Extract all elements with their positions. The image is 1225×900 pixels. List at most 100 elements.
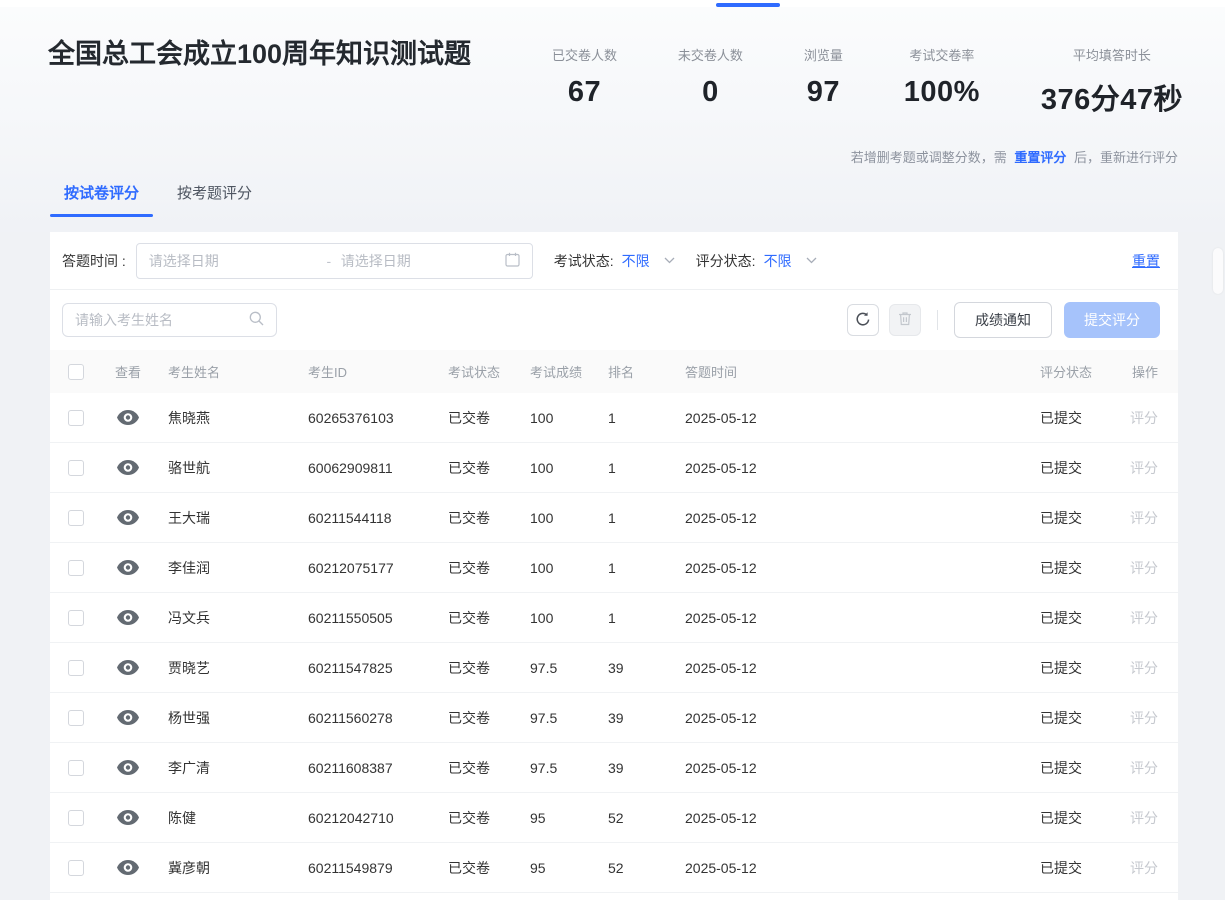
- grade-status: 已提交: [1010, 558, 1115, 578]
- row-checkbox[interactable]: [68, 710, 84, 726]
- row-checkbox[interactable]: [68, 660, 84, 676]
- exam-score: 100: [516, 560, 594, 576]
- exam-score: 95: [516, 810, 594, 826]
- grade-status: 已提交: [1010, 408, 1115, 428]
- exam-status: 已交卷: [434, 708, 516, 728]
- trash-icon: [898, 311, 912, 329]
- exam-status: 已交卷: [434, 508, 516, 528]
- stat-label: 平均填答时长: [1073, 45, 1151, 64]
- view-eye-icon[interactable]: [102, 510, 154, 525]
- score-action-link[interactable]: 评分: [1130, 760, 1158, 776]
- view-eye-icon[interactable]: [102, 460, 154, 475]
- table-row: 杨世强 60211560278 已交卷 97.5 39 2025-05-12 已…: [50, 693, 1178, 743]
- grade-status: 已提交: [1010, 458, 1115, 478]
- exam-score: 97.5: [516, 710, 594, 726]
- toolbar-actions: 成绩通知 提交评分: [847, 302, 1160, 338]
- rank: 1: [594, 410, 671, 426]
- score-action-link[interactable]: 评分: [1130, 860, 1158, 876]
- student-id: 60211560278: [294, 710, 434, 726]
- score-notify-button[interactable]: 成绩通知: [954, 302, 1052, 338]
- view-eye-icon[interactable]: [102, 810, 154, 825]
- chevron-down-icon[interactable]: [806, 257, 817, 264]
- score-action-link[interactable]: 评分: [1130, 610, 1158, 626]
- row-checkbox[interactable]: [68, 560, 84, 576]
- grade-status: 已提交: [1010, 608, 1115, 628]
- stat-submitted: 已交卷人数 67: [552, 45, 617, 118]
- view-eye-icon[interactable]: [102, 860, 154, 875]
- date-start-placeholder[interactable]: 请选择日期: [149, 251, 317, 271]
- scrollbar-thumb[interactable]: [1213, 248, 1223, 294]
- exam-status-label: 考试状态:: [554, 251, 614, 271]
- grade-status-filter[interactable]: 评分状态: 不限: [696, 251, 817, 271]
- row-checkbox[interactable]: [68, 460, 84, 476]
- stat-submission-rate: 考试交卷率 100%: [904, 45, 980, 118]
- exam-score: 97.5: [516, 660, 594, 676]
- reset-filters-link[interactable]: 重置: [1132, 251, 1160, 271]
- rescore-note: 若增删考题或调整分数，需 重置评分 后，重新进行评分: [851, 147, 1178, 166]
- search-box[interactable]: [62, 303, 277, 337]
- score-action-link[interactable]: 评分: [1130, 460, 1158, 476]
- stat-avg-duration: 平均填答时长 376分47秒: [1041, 45, 1183, 118]
- grade-status-value[interactable]: 不限: [764, 251, 792, 271]
- view-eye-icon[interactable]: [102, 610, 154, 625]
- student-id: 60211550505: [294, 610, 434, 626]
- stat-label: 未交卷人数: [678, 45, 743, 64]
- row-checkbox[interactable]: [68, 410, 84, 426]
- exam-status: 已交卷: [434, 408, 516, 428]
- view-eye-icon[interactable]: [102, 560, 154, 575]
- select-all-checkbox[interactable]: [68, 364, 84, 380]
- score-action-link[interactable]: 评分: [1130, 410, 1158, 426]
- answer-time: 2025-05-12: [671, 410, 1010, 426]
- exam-status: 已交卷: [434, 858, 516, 878]
- student-id: 60265376103: [294, 410, 434, 426]
- student-id: 60212075177: [294, 560, 434, 576]
- submit-score-button[interactable]: 提交评分: [1064, 302, 1160, 338]
- filter-row: 答题时间 : 请选择日期 - 请选择日期 考试状态: 不限 评分状态: 不限 重…: [50, 232, 1178, 290]
- score-mode-tabs: 按试卷评分 按考题评分: [50, 177, 266, 217]
- table-row: 焦晓燕 60265376103 已交卷 100 1 2025-05-12 已提交…: [50, 393, 1178, 443]
- date-range-picker[interactable]: 请选择日期 - 请选择日期: [136, 243, 533, 279]
- row-checkbox[interactable]: [68, 610, 84, 626]
- exam-status-value[interactable]: 不限: [622, 251, 650, 271]
- date-end-placeholder[interactable]: 请选择日期: [341, 251, 505, 271]
- tab-score-by-paper[interactable]: 按试卷评分: [50, 177, 153, 217]
- tab-score-by-question[interactable]: 按考题评分: [163, 177, 266, 217]
- grade-status: 已提交: [1010, 808, 1115, 828]
- score-action-link[interactable]: 评分: [1130, 660, 1158, 676]
- stat-value: 100%: [904, 76, 980, 109]
- student-id: 60212042710: [294, 810, 434, 826]
- grade-status: 已提交: [1010, 508, 1115, 528]
- stat-value: 67: [568, 76, 601, 109]
- answer-time: 2025-05-12: [671, 860, 1010, 876]
- row-checkbox[interactable]: [68, 860, 84, 876]
- score-action-link[interactable]: 评分: [1130, 510, 1158, 526]
- search-input[interactable]: [75, 312, 249, 328]
- row-checkbox[interactable]: [68, 760, 84, 776]
- student-name: 贾晓艺: [154, 658, 294, 678]
- table-row: 陈健 60212042710 已交卷 95 52 2025-05-12 已提交 …: [50, 793, 1178, 843]
- view-eye-icon[interactable]: [102, 660, 154, 675]
- chevron-down-icon[interactable]: [664, 257, 675, 264]
- exam-status: 已交卷: [434, 758, 516, 778]
- row-checkbox[interactable]: [68, 810, 84, 826]
- exam-status-filter[interactable]: 考试状态: 不限: [554, 251, 675, 271]
- search-icon[interactable]: [249, 311, 264, 329]
- table-header: 查看 考生姓名 考生ID 考试状态 考试成绩 排名 答题时间 评分状态 操作: [50, 350, 1178, 393]
- answer-time: 2025-05-12: [671, 660, 1010, 676]
- table-row: 李佳润 60212075177 已交卷 100 1 2025-05-12 已提交…: [50, 543, 1178, 593]
- view-eye-icon[interactable]: [102, 410, 154, 425]
- note-prefix: 若增删考题或调整分数，需: [851, 150, 1007, 165]
- rank: 1: [594, 560, 671, 576]
- delete-button[interactable]: [889, 304, 921, 336]
- score-action-link[interactable]: 评分: [1130, 710, 1158, 726]
- exam-score: 100: [516, 410, 594, 426]
- score-action-link[interactable]: 评分: [1130, 560, 1158, 576]
- exam-score: 100: [516, 460, 594, 476]
- score-action-link[interactable]: 评分: [1130, 810, 1158, 826]
- view-eye-icon[interactable]: [102, 760, 154, 775]
- reset-score-link[interactable]: 重置评分: [1014, 150, 1066, 165]
- refresh-button[interactable]: [847, 304, 879, 336]
- view-eye-icon[interactable]: [102, 710, 154, 725]
- grade-status-label: 评分状态:: [696, 251, 756, 271]
- row-checkbox[interactable]: [68, 510, 84, 526]
